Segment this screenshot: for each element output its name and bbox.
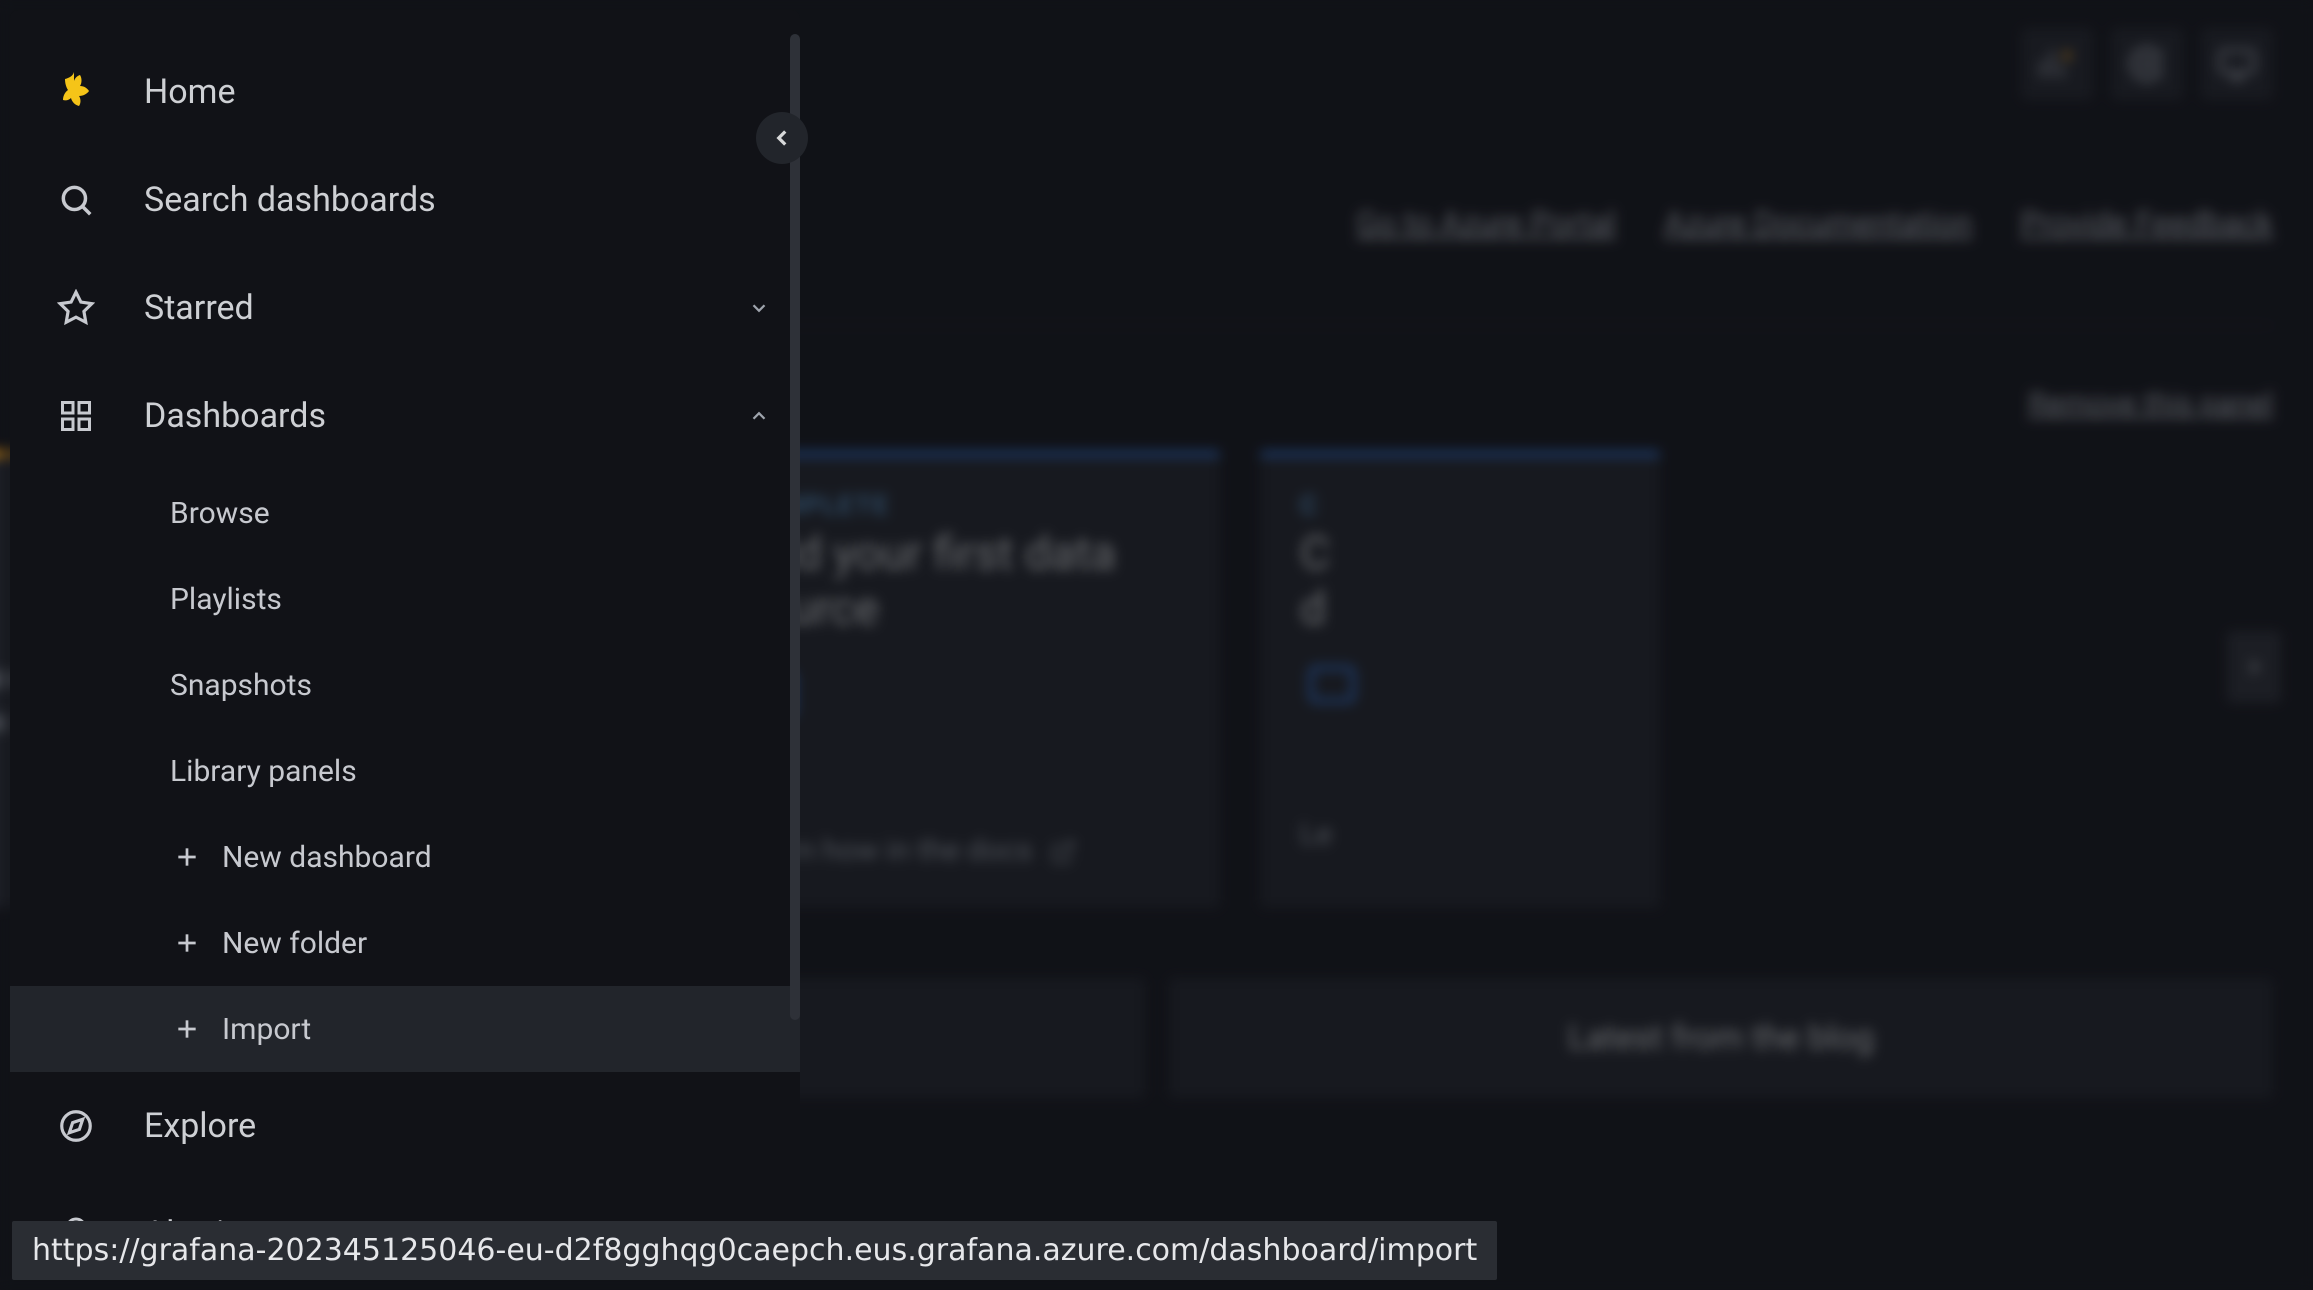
nav-new-folder-label: New folder	[222, 926, 367, 961]
nav-home-label: Home	[144, 72, 236, 112]
card-footer[interactable]: Learn how in the docs	[740, 833, 1180, 868]
nav-search[interactable]: Search dashboards	[10, 146, 800, 254]
nav-playlists[interactable]: Playlists	[10, 556, 800, 642]
nav-import[interactable]: Import	[10, 986, 800, 1072]
card-title: C d	[1300, 527, 1620, 637]
panel-icon	[1300, 661, 1620, 717]
chevron-up-icon	[748, 405, 770, 427]
card-footer[interactable]: Le	[1300, 817, 1620, 852]
nav-snapshots[interactable]: Snapshots	[10, 642, 800, 728]
star-icon	[52, 289, 100, 327]
search-icon	[52, 181, 100, 219]
nav-explore[interactable]: Explore	[10, 1072, 800, 1180]
nav-dashboards[interactable]: Dashboards	[10, 362, 800, 470]
compass-icon	[52, 1107, 100, 1145]
card-title: Add your first data source	[740, 527, 1180, 637]
link-azure-portal[interactable]: Go to Azure Portal	[1356, 204, 1616, 242]
chevron-down-icon	[748, 297, 770, 319]
nav-new-dashboard-label: New dashboard	[222, 840, 432, 875]
nav-new-dashboard[interactable]: New dashboard	[10, 814, 800, 900]
nav-home[interactable]: Home	[10, 38, 800, 146]
monitor-icon-button[interactable]	[2201, 28, 2273, 100]
nav-snapshots-label: Snapshots	[170, 668, 312, 703]
card-eyebrow: C	[1300, 491, 1620, 521]
card-eyebrow: COMPLETE	[740, 491, 1180, 521]
settings-icon-button[interactable]	[2111, 28, 2183, 100]
nav-starred-label: Starred	[144, 288, 254, 328]
dashboards-icon	[52, 398, 100, 434]
bar-chart-plus-icon-button[interactable]	[2021, 28, 2093, 100]
nav-import-label: Import	[222, 1012, 311, 1047]
plus-icon	[170, 1016, 204, 1042]
plus-icon	[170, 844, 204, 870]
nav-browse-label: Browse	[170, 496, 270, 531]
nav-library-panels[interactable]: Library panels	[10, 728, 800, 814]
plus-icon	[170, 930, 204, 956]
scroll-next-button[interactable]	[2227, 631, 2281, 703]
nav-playlists-label: Playlists	[170, 582, 282, 617]
card-create-dashboard[interactable]: C C d Le	[1260, 451, 1660, 908]
grafana-logo-icon	[52, 68, 100, 116]
bottom-card-blog[interactable]: Latest from the blog	[1169, 978, 2273, 1098]
sidebar-scrollbar[interactable]	[790, 34, 800, 1020]
status-bar-url: https://grafana-202345125046-eu-d2f8gghq…	[12, 1221, 1497, 1280]
nav-library-label: Library panels	[170, 754, 357, 789]
blog-title: Latest from the blog	[1568, 1018, 1874, 1058]
collapse-sidebar-button[interactable]	[756, 112, 808, 164]
database-icon	[740, 661, 1180, 733]
nav-dashboards-label: Dashboards	[144, 396, 326, 436]
nav-explore-label: Explore	[144, 1106, 256, 1146]
link-azure-docs[interactable]: Azure Documentation	[1664, 204, 1972, 242]
sidebar: Home Search dashboards Starred Dashboard…	[10, 10, 800, 1280]
nav-browse[interactable]: Browse	[10, 470, 800, 556]
remove-panel-link[interactable]: Remove this panel	[2028, 386, 2273, 421]
nav-starred[interactable]: Starred	[10, 254, 800, 362]
link-provide-feedback[interactable]: Provide Feedback	[2020, 204, 2273, 242]
nav-search-label: Search dashboards	[144, 180, 436, 220]
nav-new-folder[interactable]: New folder	[10, 900, 800, 986]
